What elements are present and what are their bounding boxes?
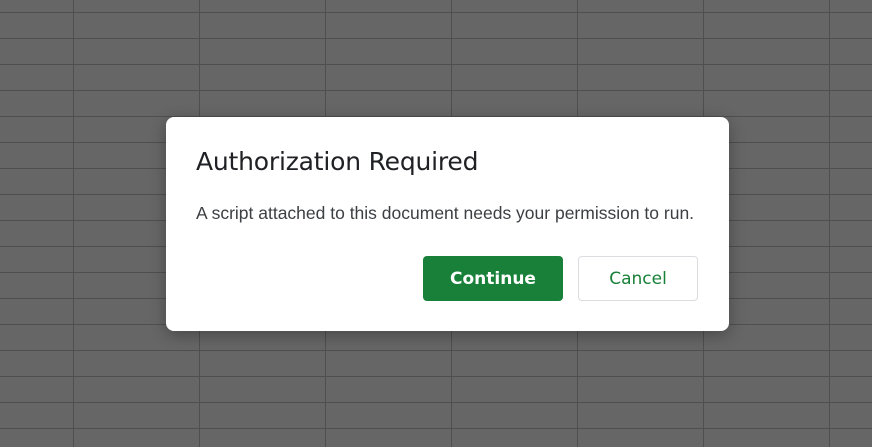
continue-button[interactable]: Continue xyxy=(423,256,563,301)
cancel-button[interactable]: Cancel xyxy=(578,256,698,301)
dialog-title: Authorization Required xyxy=(196,147,479,176)
dialog-message: A script attached to this document needs… xyxy=(196,203,695,223)
authorization-dialog: Authorization Required A script attached… xyxy=(166,117,729,331)
